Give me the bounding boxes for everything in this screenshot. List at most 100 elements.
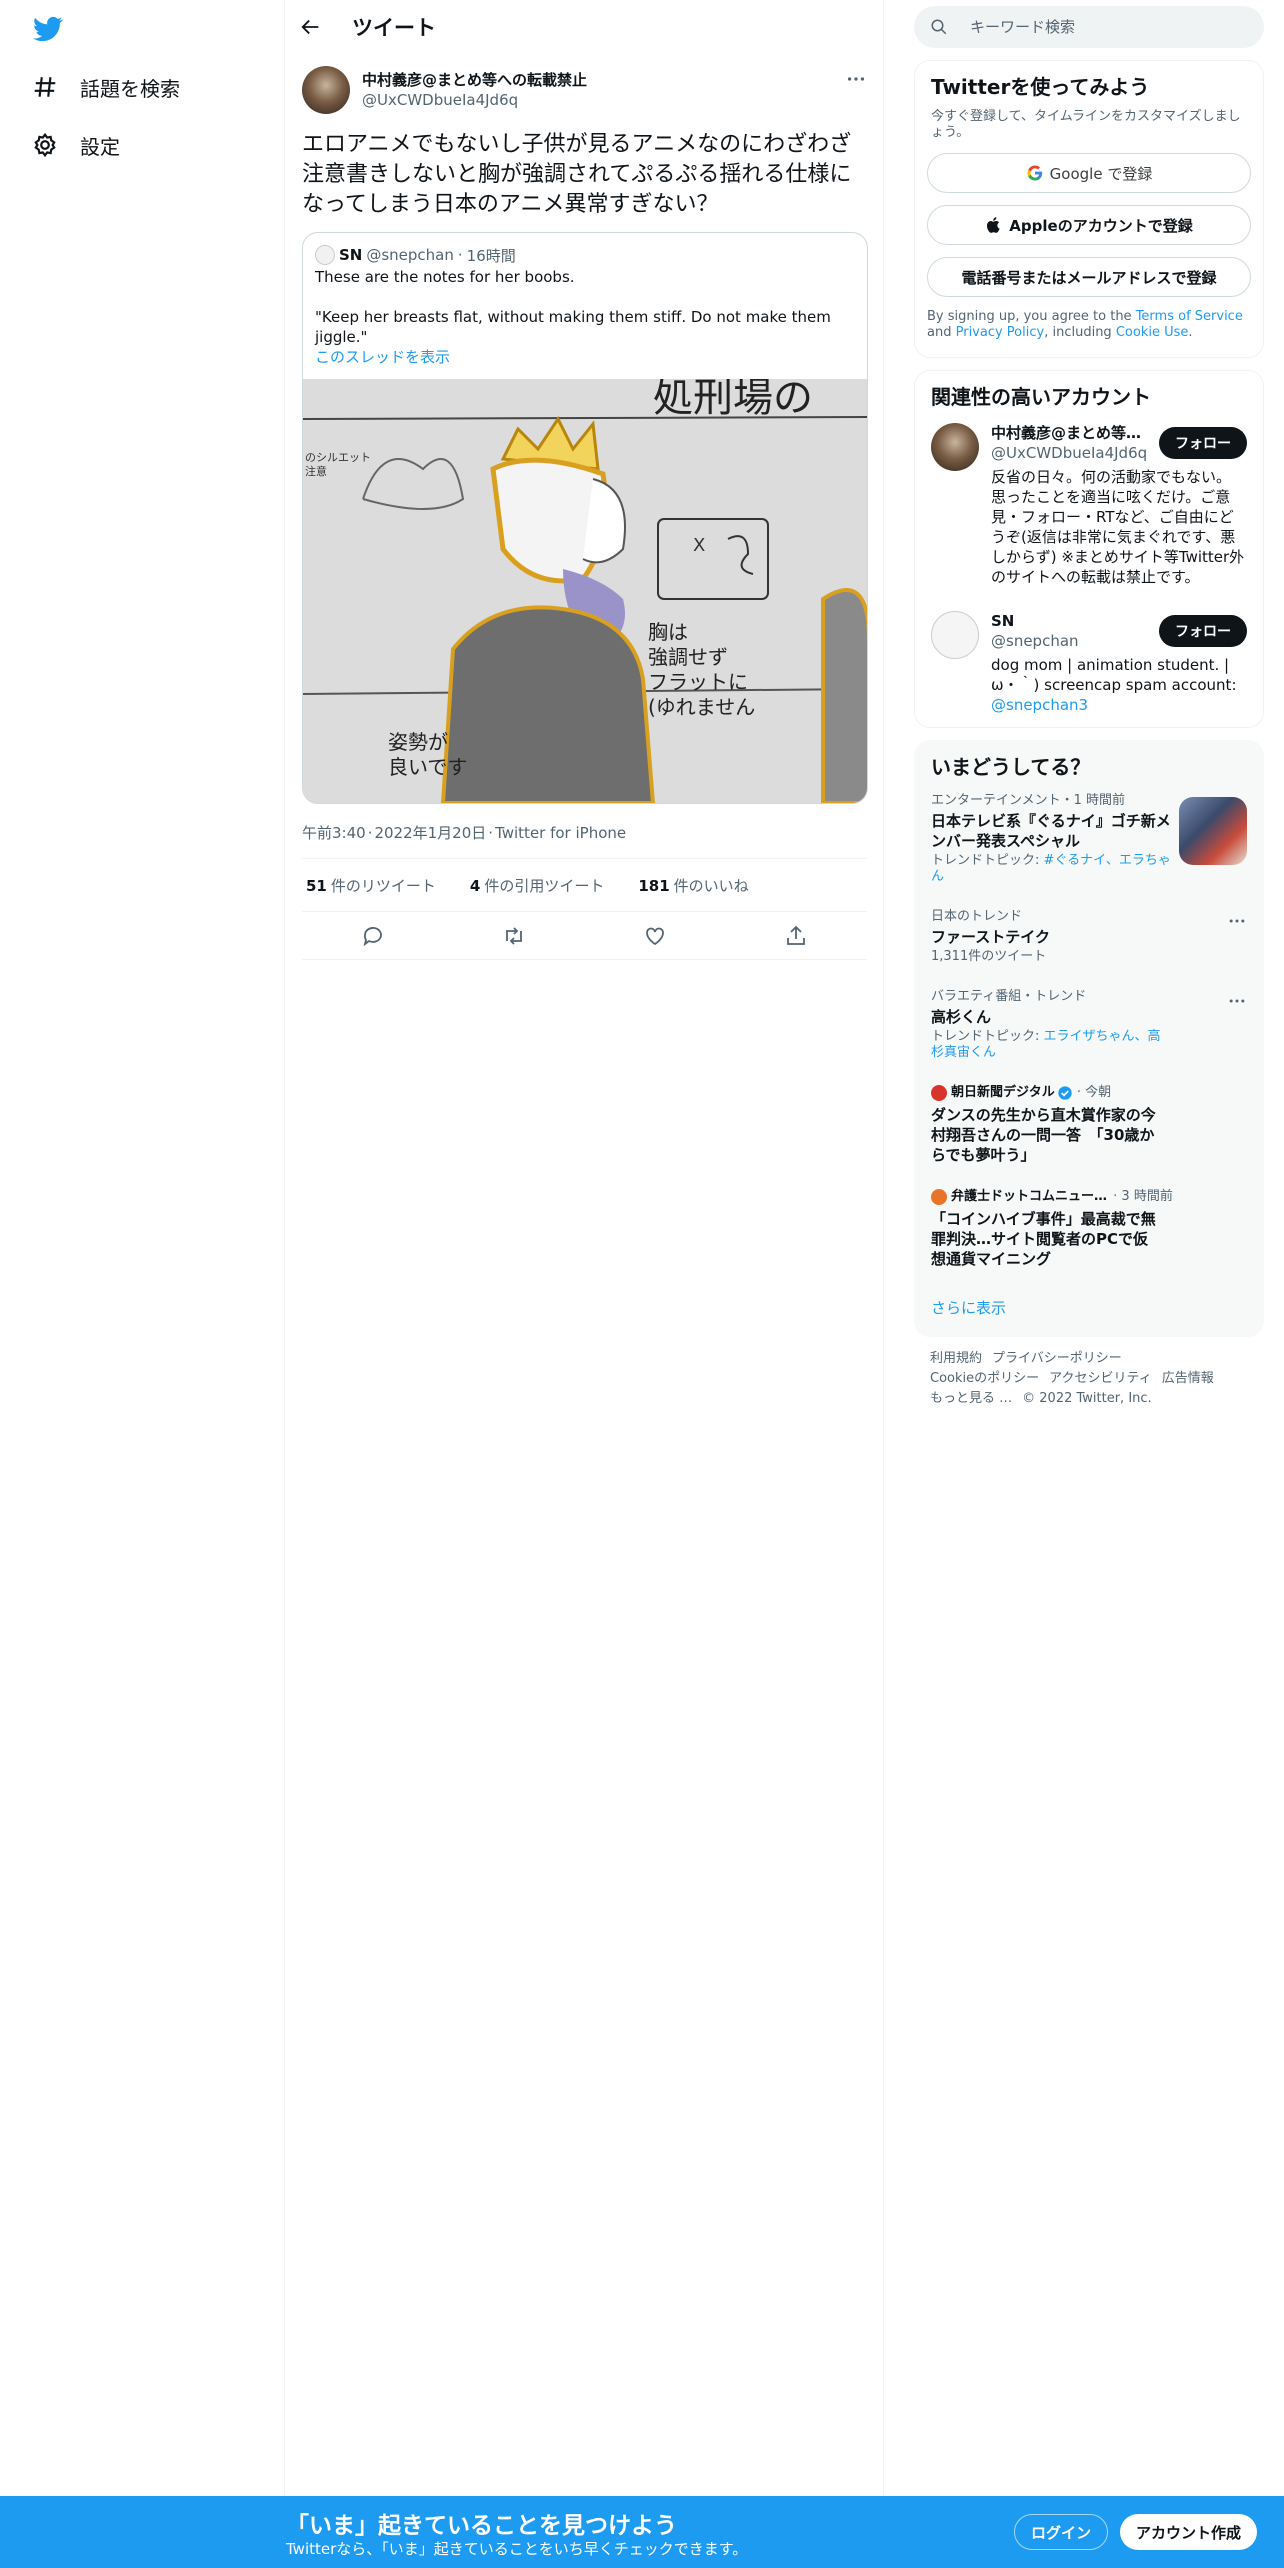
quote-time: 16時間 <box>466 246 516 265</box>
footer-more-link[interactable]: もっと見る … <box>930 1391 1012 1406</box>
page-header: ツイート <box>286 0 883 54</box>
banner-subtext: Twitterなら、「いま」起きていることをいち早くチェックできます。 <box>286 2540 748 2558</box>
retweet-icon[interactable] <box>502 924 526 948</box>
share-icon[interactable] <box>784 924 808 948</box>
footer: 利用規約 プライバシーポリシー Cookieのポリシー アクセシビリティ 広告情報 も… <box>914 1337 1264 1421</box>
trend-category: 日本のトレンド <box>931 909 1023 924</box>
trend-title: 日本テレビ系『ぐるナイ』ゴチ新メンバー発表スペシャル <box>931 812 1171 850</box>
footer-privacy-link[interactable]: プライバシーポリシー <box>992 1351 1122 1366</box>
quoted-tweet[interactable]: SN @snepchan · 16時間 These are the notes … <box>302 232 868 804</box>
quote-text-line-2: "Keep her breasts flat, without making t… <box>315 308 831 346</box>
avatar[interactable] <box>931 611 979 659</box>
google-icon <box>1027 165 1042 181</box>
news-item[interactable]: 朝日新聞デジタル · 今朝 ダンスの先生から直木賞作家の今村翔吾さんの一問一答 … <box>915 1073 1263 1177</box>
trend-title: 高杉くん <box>931 1008 992 1026</box>
follow-button[interactable]: フォロー <box>1159 427 1247 459</box>
signup-terms: By signing up, you agree to the Terms of… <box>927 309 1243 340</box>
footer-ads-link[interactable]: 広告情報 <box>1162 1371 1214 1386</box>
show-thread-link[interactable]: このスレッドを表示 <box>315 348 450 366</box>
banner-headline: 「いま」起きていることを見つけよう <box>286 2513 677 2539</box>
tweet-date[interactable]: 2022年1月20日 <box>374 824 486 842</box>
trend-item[interactable]: バラエティ番組・トレンド 高杉くん トレンドトピック: エライザちゃん、高杉真宙… <box>915 977 1263 1073</box>
nav-explore[interactable]: 話題を検索 <box>32 67 180 107</box>
apple-signup-button[interactable]: Appleのアカウントで登録 <box>927 205 1251 245</box>
trend-item[interactable]: エンターテインメント・1 時間前 日本テレビ系『ぐるナイ』ゴチ新メンバー発表スペ… <box>915 781 1263 897</box>
google-signup-button[interactable]: Google で登録 <box>927 153 1251 193</box>
avatar[interactable] <box>302 66 350 114</box>
author-handle[interactable]: @UxCWDbueIa4Jd6q <box>362 90 587 110</box>
create-account-button[interactable]: アカウント作成 <box>1120 2514 1258 2550</box>
hashtag-icon <box>34 77 56 97</box>
footer-copyright: © 2022 Twitter, Inc. <box>1022 1391 1152 1406</box>
more-options-icon[interactable] <box>1227 991 1247 1011</box>
like-icon[interactable] <box>643 924 667 948</box>
tweet-client[interactable]: Twitter for iPhone <box>495 824 626 842</box>
source-avatar <box>931 1189 947 1205</box>
google-signup-label: Google で登録 <box>1049 164 1153 183</box>
tweet-stats: 51 件のリツイート 4 件の引用ツイート 181 件のいいね <box>302 858 867 912</box>
nav-settings[interactable]: 設定 <box>32 125 120 165</box>
account-bio: dog mom | animation student. |ω・｀) scree… <box>991 656 1237 714</box>
account-item[interactable]: SN @snepchan dog mom | animation student… <box>915 599 1263 727</box>
bottom-signup-banner: 「いま」起きていることを見つけよう Twitterなら、「いま」起きていることを… <box>0 2496 1284 2568</box>
quote-body: These are the notes for her boobs. "Keep… <box>303 265 867 347</box>
page-title: ツイート <box>352 16 436 40</box>
quote-display-name: SN <box>339 246 363 264</box>
quote-count[interactable]: 4 件の引用ツイート <box>470 875 604 896</box>
phone-email-signup-button[interactable]: 電話番号またはメールアドレスで登録 <box>927 257 1251 297</box>
more-options-icon[interactable] <box>845 68 867 90</box>
apple-signup-label: Appleのアカウントで登録 <box>1009 216 1193 235</box>
source-name: 弁護士ドットコムニュー… <box>951 1189 1108 1204</box>
search-box[interactable] <box>914 6 1264 48</box>
separator-dot: · <box>457 246 463 264</box>
footer-accessibility-link[interactable]: アクセシビリティ <box>1049 1371 1152 1386</box>
nav-settings-label: 設定 <box>80 134 120 159</box>
trends-title: いまどうしてる？ <box>931 755 1091 779</box>
tweet-actions <box>302 912 867 960</box>
drawing-header-text: 処刑場の <box>653 379 813 421</box>
trends-card: いまどうしてる？ エンターテインメント・1 時間前 日本テレビ系『ぐるナイ』ゴチ… <box>914 740 1264 1337</box>
signup-title: Twitterを使ってみよう <box>931 75 1150 99</box>
news-time: 今朝 <box>1085 1085 1112 1100</box>
bio-link[interactable]: @snepchan3 <box>991 696 1088 714</box>
right-sidebar: Twitterを使ってみよう 今すぐ登録して、タイムラインをカスタマイズしましょ… <box>914 0 1264 1421</box>
twitter-logo-icon[interactable] <box>30 14 66 44</box>
apple-icon <box>987 217 1000 233</box>
news-title: 「コインハイブ事件」最高裁で無罪判決…サイト閲覧者のPCで仮想通貨マイニング <box>931 1210 1156 1268</box>
relevant-title: 関連性の高いアカウント <box>931 385 1151 409</box>
retweet-count[interactable]: 51 件のリツイート <box>306 875 436 896</box>
news-item[interactable]: 弁護士ドットコムニュー… · 3 時間前 「コインハイブ事件」最高裁で無罪判決…… <box>915 1177 1263 1281</box>
tweet: 中村義彦@まとめ等への転載禁止 @UxCWDbueIa4Jd6q エロアニメでも… <box>286 54 883 960</box>
quote-handle: @snepchan <box>366 246 454 264</box>
reply-icon[interactable] <box>361 924 385 948</box>
cookie-link[interactable]: Cookie Use <box>1116 325 1189 340</box>
avatar[interactable] <box>931 423 979 471</box>
footer-terms-link[interactable]: 利用規約 <box>930 1351 982 1366</box>
login-button[interactable]: ログイン <box>1014 2514 1109 2550</box>
footer-cookie-link[interactable]: Cookieのポリシー <box>930 1371 1039 1386</box>
search-input[interactable] <box>970 18 1230 36</box>
follow-button[interactable]: フォロー <box>1159 615 1247 647</box>
account-display-name[interactable]: SN <box>991 611 1141 631</box>
account-item[interactable]: 中村義彦@まとめ等… @UxCWDbueIa4Jd6q 反省の日々。何の活動家で… <box>915 411 1263 599</box>
source-name: 朝日新聞デジタル <box>951 1085 1055 1100</box>
show-more-link[interactable]: さらに表示 <box>915 1281 1263 1336</box>
like-count[interactable]: 181 件のいいね <box>638 875 748 896</box>
trend-thumbnail <box>1179 797 1247 865</box>
tweet-time[interactable]: 午前3:40 <box>302 824 366 842</box>
trend-item[interactable]: 日本のトレンド ファーストテイク 1,311件のツイート <box>915 897 1263 977</box>
account-display-name[interactable]: 中村義彦@まとめ等… <box>991 423 1141 443</box>
svg-text:X: X <box>693 535 705 556</box>
back-arrow-icon[interactable] <box>300 16 322 38</box>
author-display-name[interactable]: 中村義彦@まとめ等への転載禁止 <box>362 70 587 90</box>
search-icon <box>931 19 947 35</box>
quote-media-image[interactable]: 処刑場の のシルエット注意 X 胸は強調せずフラットに(ゆれません 姿勢が良いで… <box>303 379 868 803</box>
signup-card: Twitterを使ってみよう 今すぐ登録して、タイムラインをカスタマイズしましょ… <box>914 60 1264 358</box>
gear-icon <box>34 132 56 158</box>
more-options-icon[interactable] <box>1227 911 1247 931</box>
quote-header: SN @snepchan · 16時間 <box>303 233 867 265</box>
terms-link[interactable]: Terms of Service <box>1136 309 1243 324</box>
main-column: ツイート 中村義彦@まとめ等への転載禁止 @UxCWDbueIa4Jd6q エロ… <box>286 0 884 2496</box>
phone-email-signup-label: 電話番号またはメールアドレスで登録 <box>961 268 1217 287</box>
privacy-link[interactable]: Privacy Policy <box>956 325 1045 340</box>
